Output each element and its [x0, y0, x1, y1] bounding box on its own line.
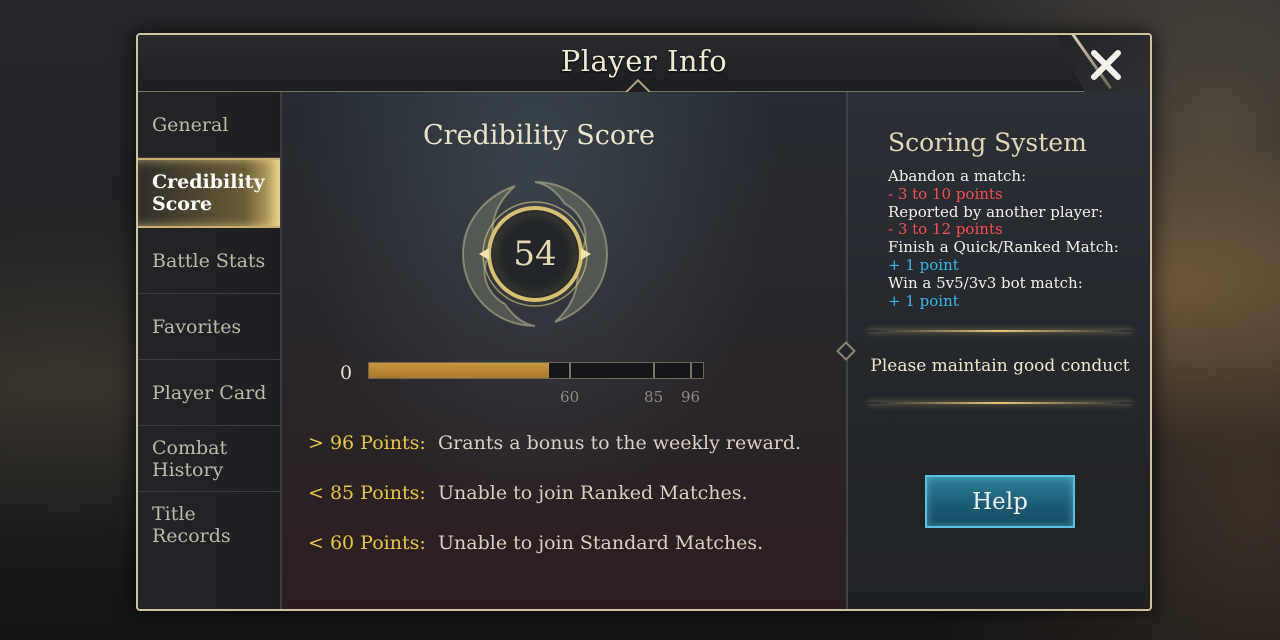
sidebar-item-label: Favorites: [152, 315, 242, 338]
rule-description: Grants a bonus to the weekly reward.: [438, 432, 802, 454]
rule-description: Unable to join Standard Matches.: [438, 532, 764, 554]
sidebar-item-combat-history[interactable]: Combat History: [138, 426, 280, 492]
sidebar-item-label: General: [152, 113, 229, 136]
scoring-list: Abandon a match: - 3 to 10 points Report…: [888, 167, 1148, 310]
scoring-entry-label: Finish a Quick/Ranked Match:: [888, 238, 1119, 257]
conduct-message: Please maintain good conduct: [870, 356, 1130, 376]
close-icon: [1091, 50, 1121, 80]
sidebar-item-title-records[interactable]: Title Records: [138, 492, 280, 558]
tick-label-96: 96: [681, 388, 701, 406]
sidebar-item-label: Player Card: [152, 381, 267, 404]
title-bar: Player Info: [138, 35, 1150, 92]
sidebar-item-label: Title Records: [152, 503, 231, 547]
sidebar-item-label: Combat History: [152, 436, 228, 481]
credibility-score-value: 54: [513, 234, 557, 274]
gold-divider-bottom: [868, 402, 1132, 404]
scoring-entry-label: Win a 5v5/3v3 bot match:: [888, 273, 1083, 292]
rule-threshold: > 96 Points:: [308, 432, 426, 454]
scoring-entry-label: Abandon a match:: [888, 167, 1027, 185]
help-button-label: Help: [972, 488, 1028, 515]
sidebar-item-label: Credibility Score: [152, 171, 265, 215]
scoring-system-panel: Scoring System Abandon a match: - 3 to 1…: [836, 92, 1150, 609]
tick-label-60: 60: [560, 388, 580, 406]
scoring-entry-value: - 3 to 10 points: [888, 184, 1003, 203]
credibility-progress-bar: [368, 362, 704, 379]
progress-tick-85: [652, 363, 655, 378]
rule-threshold: < 60 Points:: [308, 532, 426, 554]
scoring-entry-value: + 1 point: [888, 255, 959, 274]
bar-min-label: 0: [340, 362, 353, 384]
help-button[interactable]: Help: [925, 475, 1075, 528]
dialog-title: Player Info: [560, 44, 728, 78]
player-info-dialog: Player Info General Credibility Score Ba…: [136, 33, 1152, 611]
scoring-entry-value: + 1 point: [888, 291, 959, 310]
progress-tick-96: [689, 363, 692, 378]
sidebar-item-player-card[interactable]: Player Card: [138, 360, 280, 426]
rule-description: Unable to join Ranked Matches.: [438, 482, 748, 504]
sidebar-item-label: Battle Stats: [152, 249, 266, 272]
close-button[interactable]: [1084, 43, 1128, 87]
progress-fill: [369, 363, 550, 378]
sidebar-item-credibility-score[interactable]: Credibility Score: [138, 158, 280, 228]
progress-tick-60: [569, 363, 572, 378]
rule-threshold: < 85 Points:: [308, 482, 426, 504]
scoring-entry-value: - 3 to 12 points: [888, 220, 1003, 239]
sidebar: General Credibility Score Battle Stats F…: [138, 92, 282, 609]
credibility-panel: Credibility Score 54 0 1: [282, 92, 884, 609]
sidebar-item-general[interactable]: General: [138, 92, 280, 158]
tick-label-85: 85: [644, 388, 664, 406]
gold-divider-top: [868, 330, 1132, 332]
scoring-title: Scoring System: [888, 128, 1087, 157]
scoring-entry-label: Reported by another player:: [888, 202, 1104, 221]
credibility-title: Credibility Score: [422, 120, 656, 151]
sidebar-item-favorites[interactable]: Favorites: [138, 294, 280, 360]
sidebar-item-battle-stats[interactable]: Battle Stats: [138, 228, 280, 294]
